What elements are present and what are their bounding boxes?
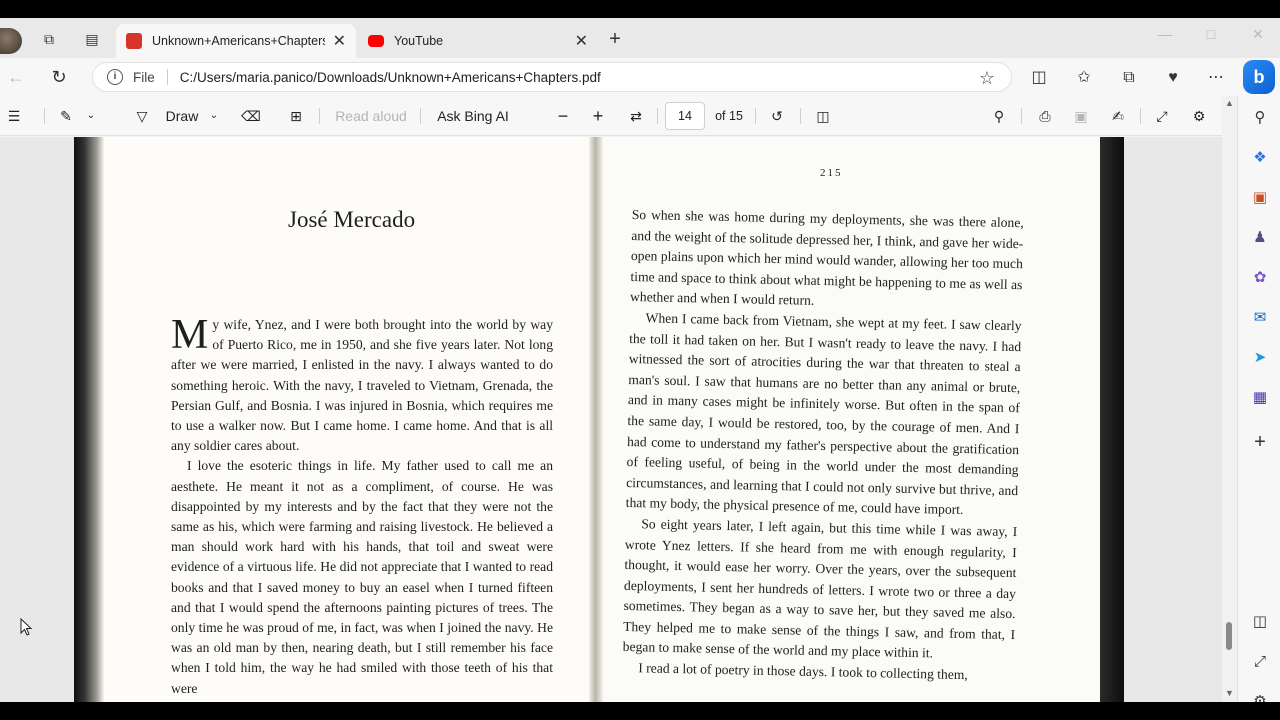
page-number-input[interactable]: 14	[665, 102, 705, 130]
paragraph: My wife, Ynez, and I were both brought i…	[171, 312, 553, 456]
page-total: of 15	[715, 109, 743, 123]
scanned-book-spread: José Mercado My wife, Ynez, and I were b…	[74, 137, 1124, 702]
minimize-icon[interactable]: —	[1155, 24, 1175, 44]
chevron-down-icon[interactable]: ⌄	[206, 105, 222, 127]
maximize-icon[interactable]: □	[1201, 24, 1221, 44]
close-window-icon[interactable]: ✕	[1248, 24, 1268, 44]
collections-icon[interactable]: ⧉	[1118, 67, 1140, 89]
pdf-toolbar: ☰ ✎ ⌄ ▽ Draw ⌄ ⌫ ⊞ Read aloud Ask Bing A…	[0, 96, 1222, 136]
save-icon[interactable]: ▣	[1071, 105, 1091, 127]
book-spine	[589, 137, 603, 702]
settings-gear-icon[interactable]: ⚙	[1189, 105, 1209, 127]
tab-title: Unknown+Americans+Chapters.pdf	[152, 34, 325, 48]
eraser-icon[interactable]: ⌫	[241, 105, 261, 127]
shopping-tag-icon[interactable]: ❖	[1250, 148, 1270, 168]
paragraph: When I came back from Vietnam, she wept …	[625, 310, 1022, 518]
chapter-title: José Mercado	[288, 207, 416, 232]
scroll-up-icon[interactable]: ▲	[1225, 98, 1234, 108]
address-bar[interactable]: i File C:/Users/maria.panico/Downloads/U…	[92, 62, 1012, 92]
url-scheme: File	[133, 69, 155, 85]
vertical-scrollbar[interactable]: ▲ ▼	[1222, 96, 1237, 702]
drop-send-icon[interactable]: ➤	[1250, 348, 1270, 368]
favorite-star-icon[interactable]: ☆	[979, 68, 995, 89]
page-view-icon[interactable]: ◫	[812, 105, 834, 127]
office-icon[interactable]: ✿	[1250, 268, 1270, 288]
refresh-icon[interactable]: ↻	[48, 66, 70, 88]
mouse-cursor-icon	[20, 618, 32, 636]
more-options-icon[interactable]: ⋯	[1205, 67, 1227, 89]
new-tab-icon[interactable]: +	[606, 29, 624, 49]
divider	[420, 108, 421, 124]
divider	[44, 108, 45, 124]
draw-icon[interactable]: ▽	[132, 105, 152, 127]
tab-title: YouTube	[394, 34, 444, 48]
tab-actions-icon[interactable]: ▤	[83, 30, 101, 48]
scan-shadow-right	[1100, 137, 1124, 702]
url-text[interactable]: C:/Users/maria.panico/Downloads/Unknown+…	[180, 70, 601, 85]
scroll-down-icon[interactable]: ▼	[1225, 688, 1234, 698]
info-icon[interactable]: i	[107, 69, 123, 85]
tab-youtube[interactable]: YouTube ✕	[358, 24, 598, 58]
drop-cap: M	[171, 312, 209, 358]
save-as-icon[interactable]: ✍	[1108, 105, 1128, 127]
edge-sidebar: ⚲ ❖ ▣ ♟ ✿ ✉ ➤ ▦ + ◫ ⤢ ⚙	[1237, 96, 1280, 702]
divider	[166, 69, 168, 85]
read-aloud-button[interactable]: Read aloud	[334, 105, 408, 127]
search-icon[interactable]: ⚲	[1250, 108, 1270, 128]
workspaces-icon[interactable]: ⧉	[40, 30, 58, 48]
scroll-thumb[interactable]	[1226, 622, 1232, 650]
tab-bar: ⧉ ▤ Unknown+Americans+Chapters.pdf ✕ You…	[0, 18, 1280, 58]
back-icon[interactable]: ←	[5, 66, 27, 88]
scan-shadow-left	[74, 137, 104, 702]
left-page-text: My wife, Ynez, and I were both brought i…	[171, 312, 553, 699]
external-link-icon[interactable]: ⤢	[1250, 652, 1270, 672]
designer-icon[interactable]: ▦	[1250, 388, 1270, 408]
divider	[755, 108, 756, 124]
youtube-icon	[368, 35, 384, 47]
divider	[657, 108, 658, 124]
performance-icon[interactable]: ♥	[1162, 67, 1184, 89]
address-row: ← ↻ i File C:/Users/maria.panico/Downloa…	[0, 58, 1280, 96]
browser-window: ⧉ ▤ Unknown+Americans+Chapters.pdf ✕ You…	[0, 18, 1280, 702]
print-icon[interactable]: ⎙	[1035, 105, 1055, 127]
split-screen-icon[interactable]: ◫	[1028, 67, 1050, 89]
right-page-text: So when she was home during my deploymen…	[622, 205, 1024, 687]
close-icon[interactable]: ✕	[575, 31, 588, 51]
contents-icon[interactable]: ☰	[4, 105, 24, 127]
paragraph: So when she was home during my deploymen…	[629, 206, 1024, 309]
divider	[319, 108, 320, 124]
pdf-icon	[126, 33, 142, 49]
pdf-viewer[interactable]: José Mercado My wife, Ynez, and I were b…	[0, 137, 1222, 702]
divider	[1140, 108, 1141, 124]
fit-width-icon[interactable]: ⇄	[625, 105, 647, 127]
close-icon[interactable]: ✕	[333, 31, 346, 51]
profile-avatar[interactable]	[0, 28, 22, 54]
paragraph: I love the esoteric things in life. My f…	[171, 458, 553, 696]
hide-sidebar-icon[interactable]: ◫	[1250, 612, 1270, 632]
fullscreen-icon[interactable]: ⤢	[1152, 105, 1172, 127]
ask-bing-button[interactable]: Ask Bing AI	[434, 105, 512, 127]
divider	[800, 108, 801, 124]
tools-briefcase-icon[interactable]: ▣	[1250, 188, 1270, 208]
search-icon[interactable]: ⚲	[989, 105, 1009, 127]
highlight-icon[interactable]: ✎	[56, 105, 76, 127]
rotate-icon[interactable]: ↺	[767, 105, 787, 127]
outlook-icon[interactable]: ✉	[1250, 308, 1270, 328]
paragraph-text: y wife, Ynez, and I were both brought in…	[171, 317, 553, 454]
settings-gear-icon[interactable]: ⚙	[1250, 692, 1270, 702]
divider	[1021, 108, 1022, 124]
favorites-icon[interactable]: ✩	[1073, 67, 1095, 89]
add-icon[interactable]: +	[1250, 432, 1270, 452]
bing-copilot-icon[interactable]: b	[1243, 60, 1275, 94]
page-number: 215	[820, 167, 843, 179]
zoom-in-icon[interactable]: +	[588, 105, 608, 127]
tab-pdf[interactable]: Unknown+Americans+Chapters.pdf ✕	[116, 24, 356, 58]
games-icon[interactable]: ♟	[1250, 228, 1270, 248]
chevron-down-icon[interactable]: ⌄	[83, 105, 99, 127]
paragraph: So eight years later, I left again, but …	[622, 516, 1018, 661]
add-text-icon[interactable]: ⊞	[286, 105, 306, 127]
draw-button[interactable]: Draw	[162, 105, 202, 127]
zoom-out-icon[interactable]: −	[553, 105, 573, 127]
